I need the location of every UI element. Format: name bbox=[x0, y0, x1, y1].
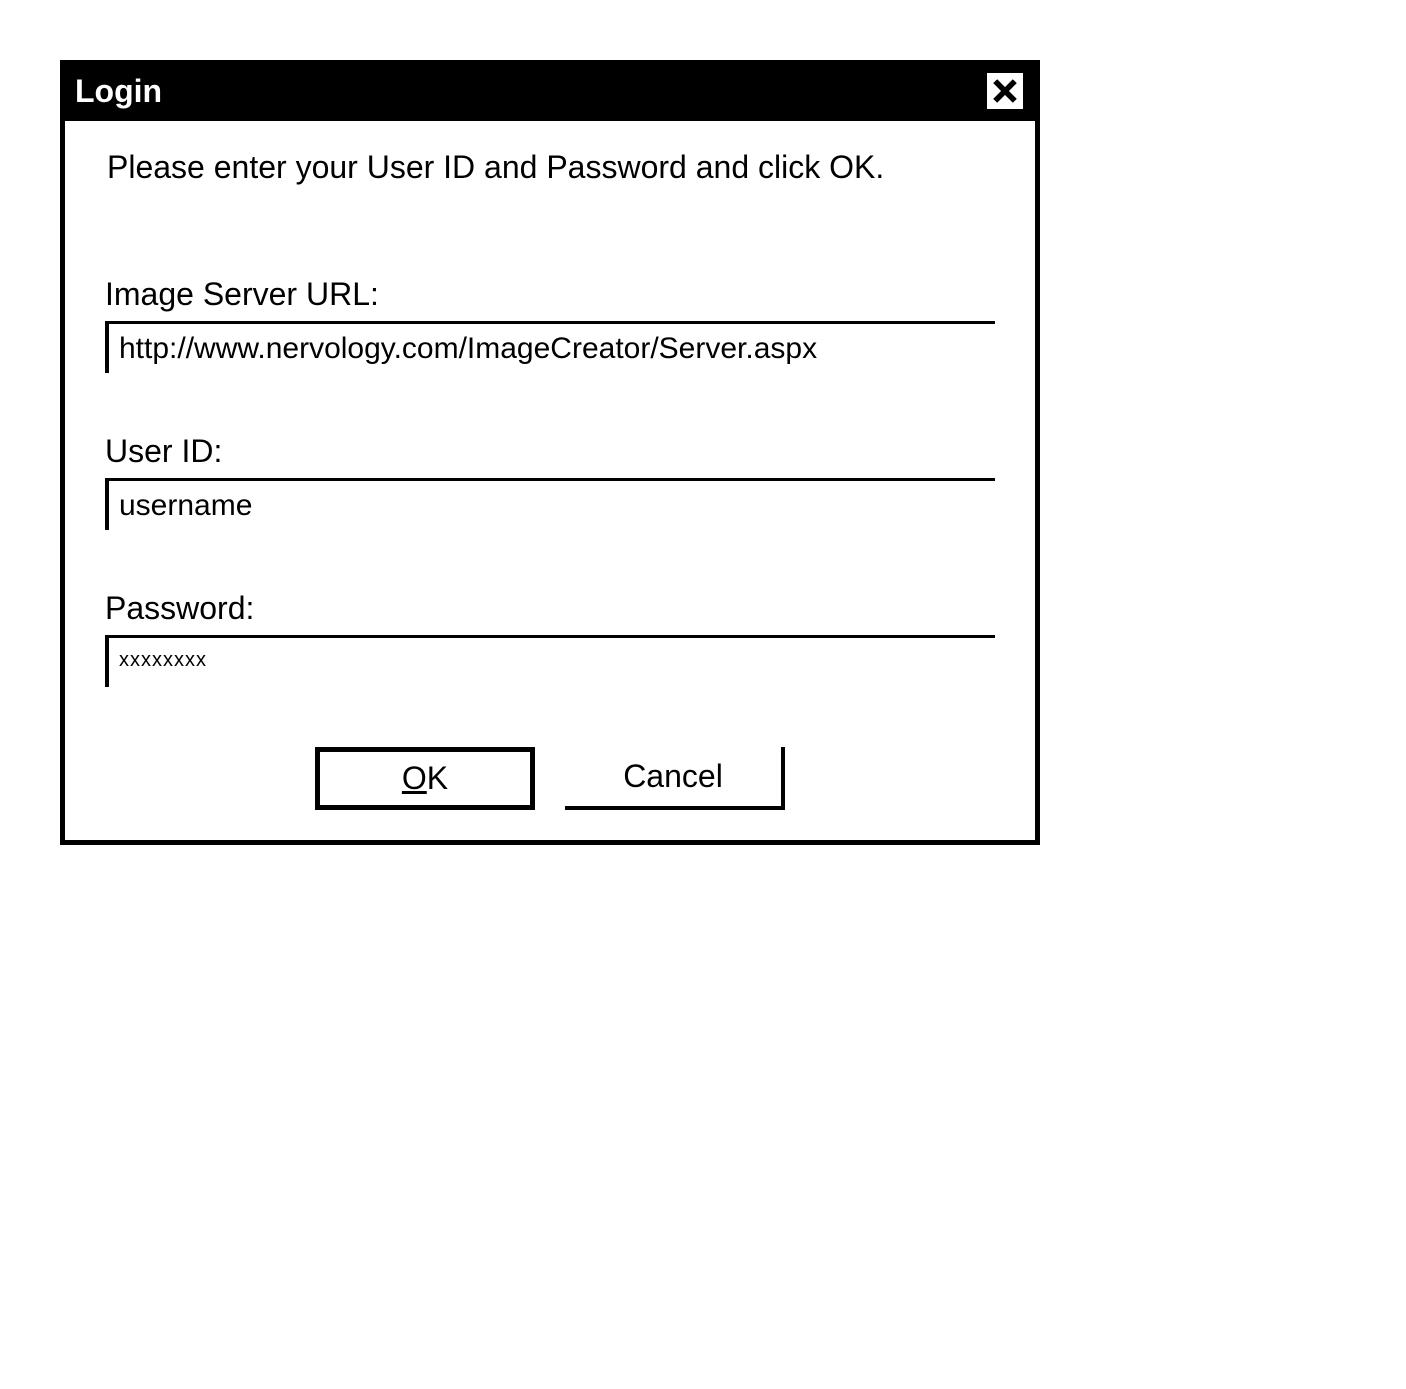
close-button[interactable] bbox=[983, 69, 1027, 113]
user-id-input[interactable] bbox=[105, 478, 995, 530]
close-icon bbox=[991, 77, 1019, 105]
password-group: Password: bbox=[105, 590, 995, 687]
password-input[interactable] bbox=[105, 635, 995, 687]
password-label: Password: bbox=[105, 590, 995, 627]
server-url-label: Image Server URL: bbox=[105, 276, 995, 313]
user-id-label: User ID: bbox=[105, 433, 995, 470]
instruction-text: Please enter your User ID and Password a… bbox=[107, 149, 995, 186]
server-url-input[interactable] bbox=[105, 321, 995, 373]
user-id-group: User ID: bbox=[105, 433, 995, 530]
titlebar: Login bbox=[65, 65, 1035, 121]
dialog-body: Please enter your User ID and Password a… bbox=[65, 121, 1035, 840]
dialog-title: Login bbox=[75, 73, 162, 110]
ok-button[interactable]: OK bbox=[315, 747, 535, 810]
server-url-group: Image Server URL: bbox=[105, 276, 995, 373]
cancel-button[interactable]: Cancel bbox=[565, 747, 785, 810]
button-row: OK Cancel bbox=[105, 747, 995, 810]
login-dialog: Login Please enter your User ID and Pass… bbox=[60, 60, 1040, 845]
